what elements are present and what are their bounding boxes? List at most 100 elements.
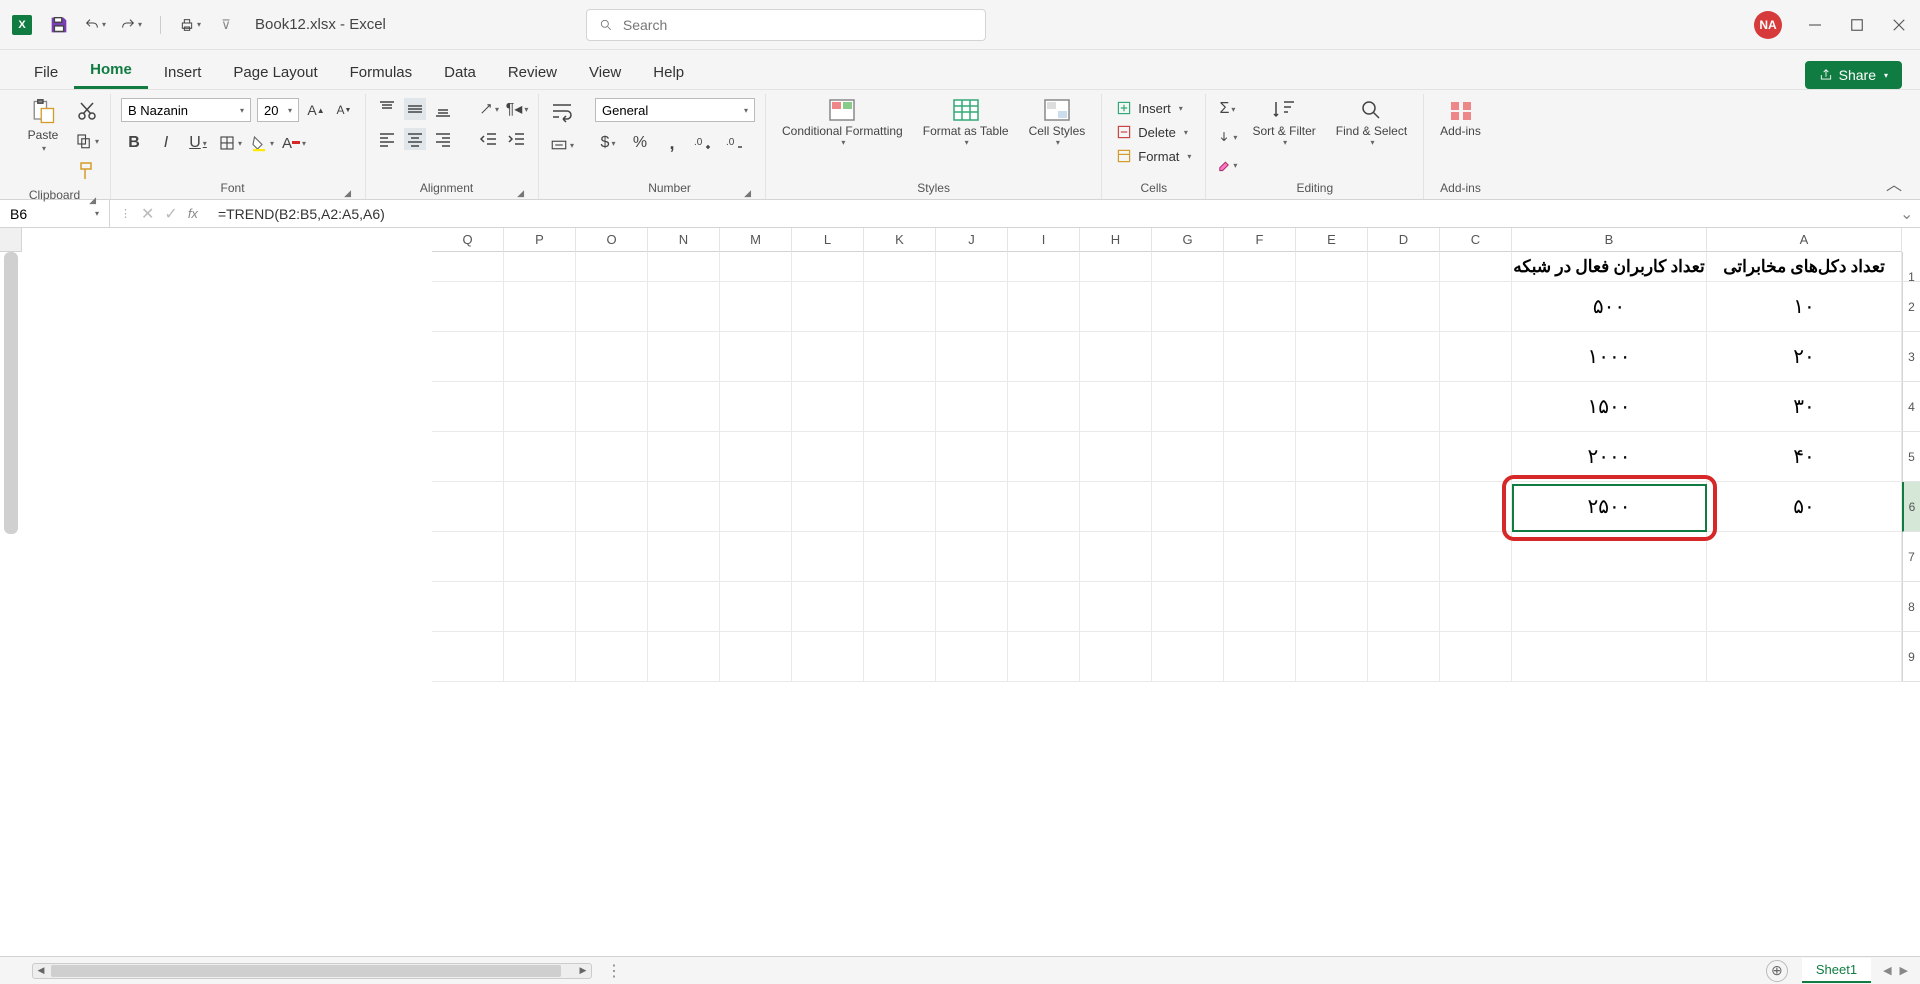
increase-decimal-icon[interactable]: .0 — [691, 130, 717, 156]
align-center-icon[interactable] — [404, 128, 426, 150]
font-launcher-icon[interactable]: ◢ — [344, 188, 355, 199]
autosum-icon[interactable]: Σ▾ — [1216, 98, 1238, 120]
tab-data[interactable]: Data — [428, 56, 492, 89]
cell-styles-button[interactable]: Cell Styles▾ — [1023, 98, 1092, 148]
col-header-Q[interactable]: Q — [432, 228, 504, 252]
cell-A4[interactable]: ۳۰ — [1707, 382, 1902, 432]
orientation-icon[interactable]: ▾ — [478, 98, 500, 120]
col-header-M[interactable]: M — [720, 228, 792, 252]
tab-formulas[interactable]: Formulas — [334, 56, 429, 89]
delete-cells-button[interactable]: Delete▾ — [1112, 122, 1192, 142]
vertical-scrollbar[interactable] — [4, 252, 18, 956]
decrease-indent-icon[interactable] — [478, 128, 500, 150]
enter-formula-icon[interactable]: ✓ — [164, 204, 177, 224]
col-header-K[interactable]: K — [864, 228, 936, 252]
tab-home[interactable]: Home — [74, 53, 148, 89]
tab-page-layout[interactable]: Page Layout — [217, 56, 333, 89]
horizontal-scroll-thumb[interactable] — [51, 965, 561, 977]
cell-B5[interactable]: ۲۰۰۰ — [1512, 432, 1707, 482]
col-header-B[interactable]: B — [1512, 228, 1707, 252]
font-color-icon[interactable]: A▾ — [281, 130, 307, 156]
col-header-P[interactable]: P — [504, 228, 576, 252]
format-cells-button[interactable]: Format▾ — [1112, 146, 1195, 166]
cut-icon[interactable] — [74, 98, 100, 124]
number-format-dropdown[interactable]: General▾ — [595, 98, 755, 122]
cell-A5[interactable]: ۴۰ — [1707, 432, 1902, 482]
cell-B6[interactable]: ۲۵۰۰ — [1512, 482, 1707, 532]
col-header-J[interactable]: J — [936, 228, 1008, 252]
qat-customize-icon[interactable]: ⊽ — [215, 14, 237, 36]
sheet-nav-prev-icon[interactable]: ◀ — [1883, 964, 1891, 977]
fx-icon[interactable]: fx — [188, 206, 198, 221]
copy-icon[interactable]: ▾ — [74, 128, 100, 154]
italic-button[interactable]: I — [153, 130, 179, 156]
col-header-I[interactable]: I — [1008, 228, 1080, 252]
col-header-L[interactable]: L — [792, 228, 864, 252]
cell-B3[interactable]: ۱۰۰۰ — [1512, 332, 1707, 382]
bold-button[interactable]: B — [121, 130, 147, 156]
accounting-format-icon[interactable]: $▾ — [595, 130, 621, 156]
decrease-decimal-icon[interactable]: .0 — [723, 130, 749, 156]
cell-A6[interactable]: ۵۰ — [1707, 482, 1902, 532]
increase-font-icon[interactable]: A▲ — [305, 99, 327, 121]
cell-A2[interactable]: ۱۰ — [1707, 282, 1902, 332]
maximize-icon[interactable] — [1848, 16, 1866, 34]
align-middle-icon[interactable] — [404, 98, 426, 120]
collapse-ribbon-icon[interactable]: ︿ — [1878, 167, 1910, 199]
redo-icon[interactable]: ▾ — [120, 14, 142, 36]
font-name-dropdown[interactable]: B Nazanin▾ — [121, 98, 251, 122]
merge-center-icon[interactable]: ▾ — [549, 132, 575, 158]
alignment-launcher-icon[interactable]: ◢ — [517, 188, 528, 199]
font-size-dropdown[interactable]: 20▾ — [257, 98, 299, 122]
insert-cells-button[interactable]: Insert▾ — [1112, 98, 1187, 118]
select-all-triangle[interactable] — [0, 228, 22, 252]
sort-filter-button[interactable]: Sort & Filter▾ — [1246, 98, 1321, 148]
align-bottom-icon[interactable] — [432, 98, 454, 120]
save-icon[interactable] — [48, 14, 70, 36]
find-select-button[interactable]: Find & Select▾ — [1330, 98, 1413, 148]
col-header-O[interactable]: O — [576, 228, 648, 252]
cell-B1[interactable]: تعداد کاربران فعال در شبکه — [1512, 252, 1707, 282]
cell-B4[interactable]: ۱۵۰۰ — [1512, 382, 1707, 432]
conditional-formatting-button[interactable]: Conditional Formatting▾ — [776, 98, 909, 148]
decrease-font-icon[interactable]: A▼ — [333, 99, 355, 121]
close-icon[interactable] — [1890, 16, 1908, 34]
tab-review[interactable]: Review — [492, 56, 573, 89]
addins-button[interactable]: Add-ins — [1434, 98, 1487, 138]
tab-view[interactable]: View — [573, 56, 637, 89]
minimize-icon[interactable] — [1806, 16, 1824, 34]
row-header-1[interactable]: 1 — [1902, 252, 1920, 282]
sheet-nav-next-icon[interactable]: ▶ — [1900, 964, 1908, 977]
tab-insert[interactable]: Insert — [148, 56, 218, 89]
col-header-A[interactable]: A — [1707, 228, 1902, 252]
cell-grid[interactable]: تعداد دکل‌های مخابراتی تعداد کاربران فعا… — [22, 252, 1902, 956]
row-header-8[interactable]: 8 — [1902, 582, 1920, 632]
row-header-4[interactable]: 4 — [1902, 382, 1920, 432]
fill-icon[interactable]: ▾ — [1216, 126, 1238, 148]
name-box[interactable]: B6▾ — [0, 200, 110, 227]
number-launcher-icon[interactable]: ◢ — [744, 188, 755, 199]
col-header-D[interactable]: D — [1368, 228, 1440, 252]
clear-icon[interactable]: ▾ — [1216, 154, 1238, 176]
align-left-icon[interactable] — [376, 128, 398, 150]
scroll-right-icon[interactable]: ▶ — [575, 964, 591, 978]
vertical-scroll-thumb[interactable] — [4, 252, 18, 534]
sheet-tab-sheet1[interactable]: Sheet1 — [1802, 958, 1871, 983]
percent-format-icon[interactable]: % — [627, 130, 653, 156]
comma-format-icon[interactable]: , — [659, 130, 685, 156]
cell-A7[interactable] — [1707, 532, 1902, 582]
paste-button[interactable]: Paste ▾ — [20, 98, 66, 153]
scroll-left-icon[interactable]: ◀ — [33, 964, 49, 978]
align-right-icon[interactable] — [432, 128, 454, 150]
formula-input[interactable]: =TREND(B2:B5,A2:A5,A6) — [208, 206, 1900, 222]
col-header-G[interactable]: G — [1152, 228, 1224, 252]
share-button[interactable]: Share ▾ — [1805, 61, 1902, 89]
row-header-6[interactable]: 6 — [1902, 482, 1920, 532]
print-icon[interactable]: ▾ — [179, 14, 201, 36]
fill-color-icon[interactable]: ▾ — [249, 130, 275, 156]
col-header-E[interactable]: E — [1296, 228, 1368, 252]
col-header-F[interactable]: F — [1224, 228, 1296, 252]
tab-file[interactable]: File — [18, 56, 74, 89]
cell-C1[interactable] — [1440, 252, 1512, 282]
cell-A1[interactable]: تعداد دکل‌های مخابراتی — [1707, 252, 1902, 282]
